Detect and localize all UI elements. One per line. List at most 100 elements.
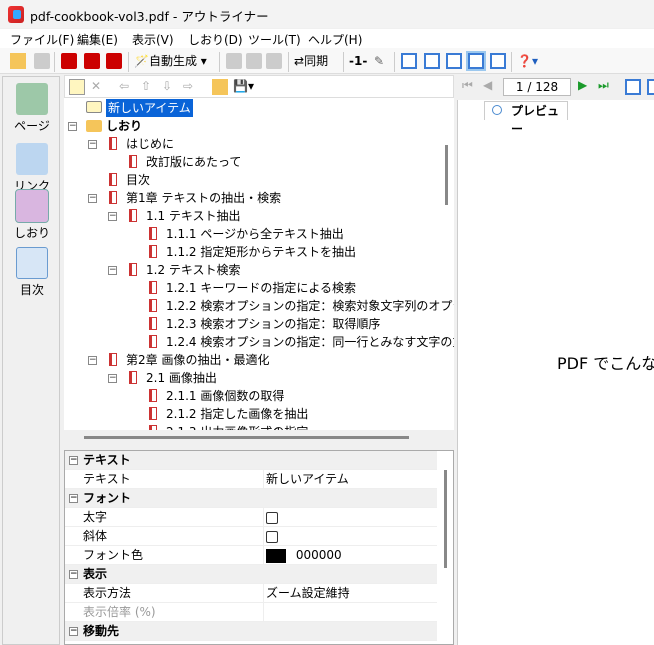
tree-item[interactable]: 1.1.1 ページから全テキスト抽出 xyxy=(64,225,454,243)
property-value-cell[interactable] xyxy=(263,527,437,546)
property-scrollbar[interactable] xyxy=(444,470,447,568)
pdf-split-icon[interactable] xyxy=(106,53,122,69)
collapse-toggle[interactable]: − xyxy=(108,374,117,383)
tree-item-label: はじめに xyxy=(126,137,175,151)
property-value-cell[interactable]: 新しいアイテム xyxy=(263,470,437,489)
open-icon[interactable] xyxy=(10,53,26,69)
tree-item[interactable]: − 1.2 テキスト検索 xyxy=(64,261,454,279)
collapse-toggle[interactable]: − xyxy=(88,194,97,203)
tree-item[interactable]: 1.2.4 検索オプションの指定：同一行とみなす文字の重なり xyxy=(64,333,454,351)
save-outline-icon[interactable]: 💾▾ xyxy=(233,77,254,95)
property-value-cell[interactable]: 000000 xyxy=(263,546,437,565)
eraser-icon[interactable]: ✎ xyxy=(374,52,384,70)
page-number-input[interactable]: 1 / 128 xyxy=(503,78,571,96)
tree-item[interactable]: 1.2.2 検索オプションの指定：検索対象文字列のオプション xyxy=(64,297,454,315)
collapse-toggle[interactable]: − xyxy=(69,494,78,503)
tree-item[interactable]: 2.1.3 出力画像形式の指定 xyxy=(64,423,454,430)
property-name: 斜体 xyxy=(83,529,108,543)
tree-item[interactable]: 新しいアイテム xyxy=(64,99,454,117)
menu-file[interactable]: ファイル(F) xyxy=(10,31,74,48)
collapse-toggle[interactable]: − xyxy=(88,356,97,365)
tree-item[interactable]: − 1.1 テキスト抽出 xyxy=(64,207,454,225)
collapse-toggle[interactable]: − xyxy=(69,456,78,465)
checkbox[interactable] xyxy=(266,512,278,524)
tree-item[interactable]: 2.1.2 指定した画像を抽出 xyxy=(64,405,454,423)
property-row[interactable]: テキスト 新しいアイテム xyxy=(65,470,437,489)
property-row[interactable]: 表示倍率 (%) xyxy=(65,603,437,622)
open-outline-icon[interactable] xyxy=(212,79,228,95)
checkbox[interactable] xyxy=(266,531,278,543)
tree-item[interactable]: − 第2章 画像の抽出・最適化 xyxy=(64,351,454,369)
layout-5-icon[interactable] xyxy=(490,53,506,69)
delete-icon[interactable]: ✕ xyxy=(91,77,101,95)
collapse-toggle[interactable]: − xyxy=(69,570,78,579)
pdf-save-as-icon[interactable] xyxy=(84,53,100,69)
sidebar-item-page[interactable]: ページ xyxy=(13,83,51,134)
tree-item-label: 改訂版にあたって xyxy=(146,155,242,169)
tree-item[interactable]: 1.2.3 検索オプションの指定：取得順序 xyxy=(64,315,454,333)
collapse-toggle[interactable]: − xyxy=(68,122,77,131)
sync-button[interactable]: ⇄同期 xyxy=(294,52,328,70)
tree-item[interactable]: − 2.1 画像抽出 xyxy=(64,369,454,387)
help-icon[interactable]: ❓▾ xyxy=(517,52,538,70)
property-row[interactable]: 表示方法 ズーム設定維持 xyxy=(65,584,437,603)
fit-width-icon[interactable] xyxy=(647,79,654,95)
pdf-save-icon[interactable] xyxy=(61,53,77,69)
sidebar-item-toc[interactable]: 目次 xyxy=(13,247,51,298)
menu-bookmark[interactable]: しおり(D) xyxy=(188,31,243,48)
tree-vertical-scrollbar[interactable] xyxy=(445,145,448,205)
fit-page-icon[interactable] xyxy=(625,79,641,95)
layout-2-icon[interactable] xyxy=(424,53,440,69)
bookmark-icon xyxy=(129,155,137,168)
auto-generate-button[interactable]: 🪄自動生成 ▾ xyxy=(134,52,207,70)
move-right-icon[interactable]: ⇨ xyxy=(183,77,193,95)
collapse-toggle[interactable]: − xyxy=(108,266,117,275)
sidebar-item-link[interactable]: リンク xyxy=(13,143,51,194)
paste-icon[interactable] xyxy=(266,53,282,69)
property-row[interactable]: フォント色 000000 xyxy=(65,546,437,565)
copy-icon[interactable] xyxy=(246,53,262,69)
property-category[interactable]: − 表示 xyxy=(65,565,437,584)
tree-item[interactable]: 改訂版にあたって xyxy=(64,153,454,171)
collapse-toggle[interactable]: − xyxy=(88,140,97,149)
property-category[interactable]: − 移動先 xyxy=(65,622,437,641)
tree-horizontal-scrollbar[interactable] xyxy=(84,436,409,439)
last-page-icon[interactable]: ⏭ xyxy=(598,76,609,94)
cut-icon[interactable] xyxy=(226,53,242,69)
next-page-icon[interactable]: ▶ xyxy=(578,76,587,94)
first-page-icon[interactable]: ⏮ xyxy=(462,76,473,94)
move-up-icon[interactable]: ⇧ xyxy=(141,77,151,95)
tree-item[interactable]: 1.1.2 指定矩形からテキストを抽出 xyxy=(64,243,454,261)
property-category[interactable]: − テキスト xyxy=(65,451,437,470)
collapse-toggle[interactable]: − xyxy=(108,212,117,221)
save-icon[interactable] xyxy=(34,53,50,69)
tree-item[interactable]: 2.1.1 画像個数の取得 xyxy=(64,387,454,405)
menu-tools[interactable]: ツール(T) xyxy=(248,31,301,48)
collapse-toggle[interactable]: − xyxy=(69,627,78,636)
property-value-cell[interactable] xyxy=(263,508,437,527)
layout-3-icon[interactable] xyxy=(446,53,462,69)
menu-help[interactable]: ヘルプ(H) xyxy=(308,31,362,48)
move-left-icon[interactable]: ⇦ xyxy=(119,77,129,95)
tree-item[interactable]: 1.2.1 キーワードの指定による検索 xyxy=(64,279,454,297)
menu-view[interactable]: 表示(V) xyxy=(132,31,174,48)
property-category[interactable]: − フォント xyxy=(65,489,437,508)
property-value-cell[interactable] xyxy=(263,603,437,622)
property-row[interactable]: 斜体 xyxy=(65,527,437,546)
layout-1-icon[interactable] xyxy=(401,53,417,69)
property-value-cell[interactable]: ズーム設定維持 xyxy=(263,584,437,603)
prev-page-icon[interactable]: ◀ xyxy=(483,76,492,94)
sidebar-label: 目次 xyxy=(19,283,44,297)
tree-item[interactable]: − 第1章 テキストの抽出・検索 xyxy=(64,189,454,207)
color-swatch[interactable] xyxy=(266,548,286,563)
layout-4-icon[interactable] xyxy=(466,51,486,71)
sidebar-item-bookmark[interactable]: しおり xyxy=(13,189,51,241)
page-label-button[interactable]: -1- xyxy=(349,52,367,70)
tree-item[interactable]: 目次 xyxy=(64,171,454,189)
menu-edit[interactable]: 編集(E) xyxy=(77,31,118,48)
property-row[interactable]: 太字 xyxy=(65,508,437,527)
move-down-icon[interactable]: ⇩ xyxy=(162,77,172,95)
tree-item[interactable]: − しおり xyxy=(64,117,454,135)
tree-item[interactable]: − はじめに xyxy=(64,135,454,153)
new-item-icon[interactable] xyxy=(69,79,85,95)
